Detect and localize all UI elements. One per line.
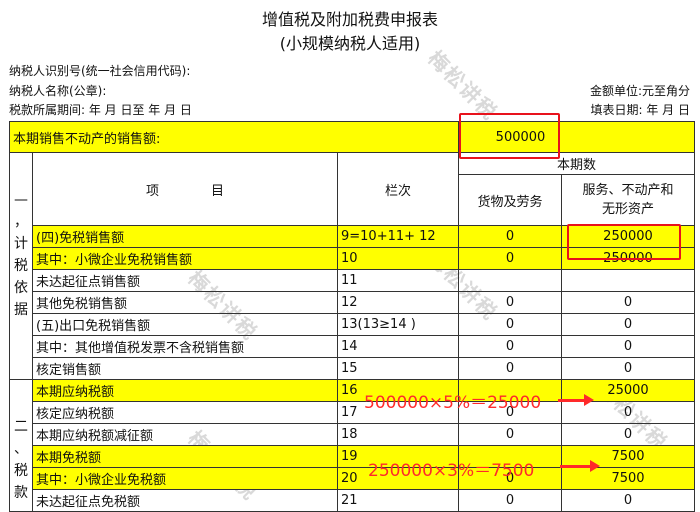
row-goods: 0 [458, 489, 562, 512]
arrow-icon [560, 460, 600, 472]
section-1-label: —，计税依据 [9, 152, 33, 380]
form-title: 增值税及附加税费申报表 [261, 10, 438, 29]
header-current: 本期数 [458, 152, 695, 175]
row-item: 其中：其他增值税发票不含税销售额 [32, 335, 338, 358]
row-item: 未达起征点免税额 [32, 489, 338, 512]
row-col: 14 [337, 335, 459, 358]
row-col: 13(13≥14 ) [337, 313, 459, 336]
row-item: 核定销售额 [32, 357, 338, 380]
row-col: 9=10+11+ 12 [337, 225, 459, 248]
taxpayer-name-label: 纳税人名称(公章): [9, 84, 107, 98]
row-services: 0 [561, 489, 695, 512]
row-services: 0 [561, 401, 695, 424]
row-item: 其他免税销售额 [32, 291, 338, 314]
row-item: 核定应纳税额 [32, 401, 338, 424]
row-col: 10 [337, 247, 459, 270]
row-goods [458, 269, 562, 292]
taxpayer-id-label: 纳税人识别号(统一社会信用代码): [9, 64, 191, 78]
row-item: 其中：小微企业免税额 [32, 467, 338, 490]
amount-unit-label: 金额单位:元至角分 [589, 84, 690, 98]
row-item: 未达起征点销售额 [32, 269, 338, 292]
top-row-label: 本期销售不动产的销售额: [9, 121, 459, 153]
row-services: 0 [561, 357, 695, 380]
watermark: 梅松讲税 [423, 45, 503, 126]
row-services: 0 [561, 291, 695, 314]
row-col: 18 [337, 423, 459, 446]
row-services: 250000 [561, 225, 695, 248]
row-services: 0 [561, 313, 695, 336]
row-goods: 0 [458, 225, 562, 248]
header-item: 项 目 [32, 152, 338, 226]
row-item: (四)免税销售额 [32, 225, 338, 248]
header-goods: 货物及劳务 [458, 174, 562, 226]
row-goods: 0 [458, 313, 562, 336]
form-subtitle: (小规模纳税人适用) [279, 34, 421, 53]
row-col: 12 [337, 291, 459, 314]
arrow-icon [558, 394, 594, 406]
row-goods: 0 [458, 423, 562, 446]
row-services: 7500 [561, 467, 695, 490]
row-item: 本期应纳税额 [32, 379, 338, 402]
row-col: 11 [337, 269, 459, 292]
calc-annotation-2: 250000×3%＝7500 [368, 461, 535, 481]
declaration-table: 本期销售不动产的销售额: 500000 —，计税依据 项 目 栏次 本期数 货物… [9, 121, 695, 512]
row-item: (五)出口免税销售额 [32, 313, 338, 336]
row-goods: 0 [458, 291, 562, 314]
row-item: 其中：小微企业免税销售额 [32, 247, 338, 270]
section-2-label: 二、税款 [9, 379, 33, 512]
row-goods: 0 [458, 335, 562, 358]
header-services: 服务、不动产和 无形资产 [561, 174, 695, 226]
row-services: 250000 [561, 247, 695, 270]
calc-annotation-1: 500000×5%＝25000 [364, 393, 542, 413]
tax-period-label: 税款所属期间: 年 月 日至 年 月 日 [9, 103, 192, 117]
row-goods: 0 [458, 357, 562, 380]
row-col: 15 [337, 357, 459, 380]
fill-date-label: 填表日期: 年 月 日 [590, 103, 691, 117]
row-services [561, 269, 695, 292]
row-services: 0 [561, 423, 695, 446]
row-col: 21 [337, 489, 459, 512]
row-services: 0 [561, 335, 695, 358]
row-goods: 0 [458, 247, 562, 270]
row-item: 本期免税额 [32, 445, 338, 468]
top-row-value: 500000 [458, 121, 695, 153]
row-item: 本期应纳税额减征额 [32, 423, 338, 446]
header-col: 栏次 [337, 152, 459, 226]
